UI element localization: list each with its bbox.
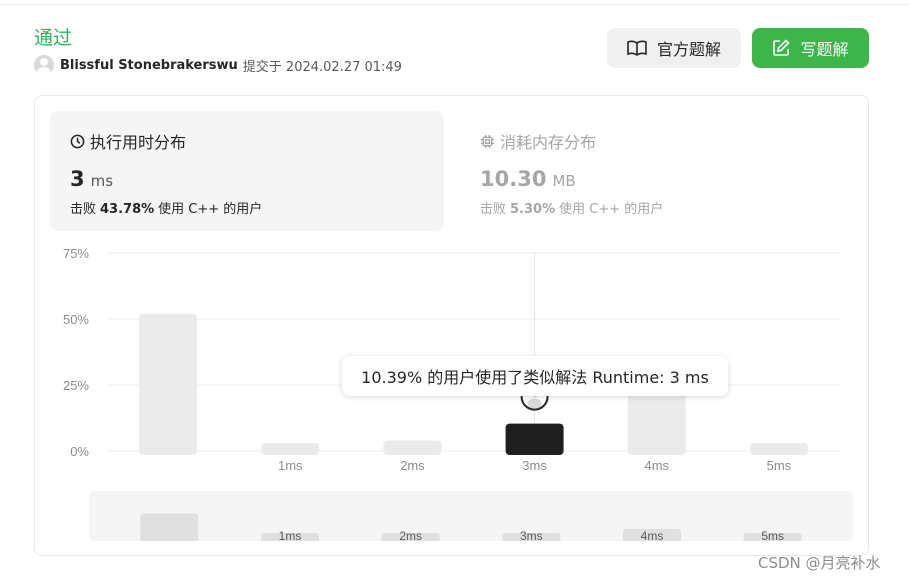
y-tick-label: 50% [63, 312, 89, 327]
memory-number: 10.30 [480, 167, 547, 191]
book-icon [627, 40, 647, 56]
submit-time: 提交于 2024.02.27 01:49 [242, 59, 402, 75]
clock-icon [70, 134, 85, 148]
chip-icon [480, 134, 495, 148]
minimap-label: 1ms [279, 529, 302, 541]
x-tick-label: 3ms [522, 458, 547, 473]
x-tick-label: 2ms [400, 458, 425, 473]
runtime-unit: ms [90, 172, 114, 190]
memory-value: 10.30 MB [480, 167, 576, 191]
avatar[interactable] [34, 55, 54, 75]
runtime-tab[interactable]: 执行用时分布 3 ms 击败 43.78% 使用 C++ 的用户 [50, 111, 444, 231]
runtime-title: 执行用时分布 [70, 129, 186, 153]
runtime-beat-percent: 43.78% [100, 202, 155, 217]
y-tick-label: 25% [63, 378, 89, 393]
minimap-label: 2ms [399, 529, 422, 541]
watermark: CSDN @月亮补水 [758, 554, 881, 572]
official-solution-button[interactable]: 官方题解 [607, 28, 741, 68]
runtime-number: 3 [70, 167, 85, 191]
minimap-label: 5ms [761, 529, 784, 541]
chart-tooltip: 10.39% 的用户使用了类似解法 Runtime: 3 ms [342, 356, 728, 396]
x-tick-label: 4ms [644, 458, 669, 473]
top-divider [0, 4, 909, 5]
memory-beat-prefix: 击败 [480, 202, 507, 217]
write-solution-button[interactable]: 写题解 [752, 28, 869, 68]
submitter-info: Blissful Stonebrakerswu 提交于 2024.02.27 0… [34, 55, 402, 75]
bar-highlighted[interactable] [505, 423, 564, 455]
chart-range-slider[interactable]: 1ms 2ms 3ms 4ms 5ms [89, 491, 853, 541]
minimap-label: 3ms [520, 529, 543, 541]
bar[interactable] [383, 440, 442, 455]
runtime-beat-prefix: 击败 [70, 202, 97, 217]
runtime-title-label: 执行用时分布 [90, 133, 187, 152]
runtime-value: 3 ms [70, 167, 113, 191]
memory-beat-percent: 5.30% [510, 202, 556, 217]
minimap-bar [140, 513, 199, 541]
username-link[interactable]: Blissful Stonebrakerswu [60, 58, 238, 73]
memory-tab[interactable]: 消耗内存分布 10.30 MB 击败 5.30% 使用 C++ 的用户 [460, 111, 854, 231]
x-tick-label: 5ms [767, 458, 792, 473]
runtime-beat-suffix: 使用 C++ 的用户 [158, 202, 263, 217]
bar[interactable] [627, 390, 686, 455]
bar[interactable] [749, 443, 808, 455]
official-solution-label: 官方题解 [656, 40, 721, 59]
memory-beat: 击败 5.30% 使用 C++ 的用户 [480, 198, 663, 217]
memory-title: 消耗内存分布 [480, 129, 596, 153]
minimap-label: 4ms [641, 529, 664, 541]
write-solution-label: 写题解 [800, 40, 849, 59]
memory-beat-suffix: 使用 C++ 的用户 [559, 202, 664, 217]
edit-icon [773, 39, 791, 56]
runtime-beat: 击败 43.78% 使用 C++ 的用户 [70, 198, 262, 217]
y-tick-label: 75% [63, 246, 89, 261]
memory-title-label: 消耗内存分布 [500, 133, 597, 152]
memory-unit: MB [552, 172, 576, 190]
y-tick-label: 0% [70, 444, 89, 459]
submission-status: 通过 [34, 27, 73, 49]
bar[interactable] [139, 313, 198, 455]
x-tick-label: 1ms [278, 458, 303, 473]
bar[interactable] [261, 443, 320, 455]
